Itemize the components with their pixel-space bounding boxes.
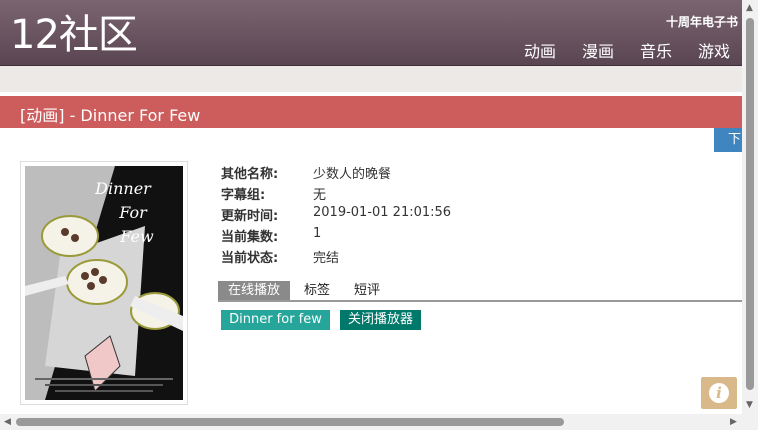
- site-logo[interactable]: 12社区: [10, 12, 138, 58]
- horizontal-scrollbar[interactable]: ◀ ▶: [0, 414, 742, 430]
- detail-value: 少数人的晚餐: [313, 167, 392, 182]
- detail-value: 无: [313, 188, 327, 203]
- detail-value: 完结: [313, 251, 340, 266]
- nav-item-manga[interactable]: 漫画: [582, 38, 614, 62]
- info-icon: i: [709, 383, 729, 403]
- scroll-down-arrow-icon[interactable]: ▼: [746, 400, 753, 410]
- scroll-left-arrow-icon[interactable]: ◀: [4, 417, 11, 427]
- info-button[interactable]: i: [701, 377, 737, 409]
- details-list: 其他名称: 少数人的晚餐 字幕组: 无 更新时间: 2019-01-01 21:…: [221, 163, 451, 268]
- detail-row-subgroup: 字幕组: 无: [221, 184, 451, 205]
- tab-tags[interactable]: 标签: [304, 281, 330, 300]
- ebook-link[interactable]: 十周年电子书: [666, 13, 738, 30]
- close-player-button[interactable]: 关闭播放器: [340, 310, 421, 330]
- main-nav: 动画 漫画 音乐 游戏: [524, 38, 730, 62]
- poster-title-line-3: Few: [119, 227, 154, 246]
- detail-row-status: 当前状态: 完结: [221, 247, 451, 268]
- content-tabs: 在线播放 标签 短评: [218, 281, 742, 302]
- download-button[interactable]: 下: [714, 128, 742, 152]
- horizontal-scroll-thumb[interactable]: [16, 418, 564, 426]
- header-spacer-band: [0, 66, 742, 92]
- detail-row-episodes: 当前集数: 1: [221, 226, 451, 247]
- scrollbar-corner: [742, 414, 758, 430]
- site-header: 12社区 十周年电子书 动画 漫画 音乐 游戏: [0, 0, 742, 66]
- episode-button[interactable]: Dinner for few: [221, 310, 330, 330]
- poster-image: Dinner For Few: [25, 166, 183, 400]
- detail-value: 1: [313, 226, 322, 241]
- poster-title-line-2: For: [118, 203, 148, 222]
- tab-short-reviews[interactable]: 短评: [354, 281, 380, 300]
- vertical-scroll-thumb[interactable]: [746, 18, 754, 390]
- detail-row-updated: 更新时间: 2019-01-01 21:01:56: [221, 205, 451, 226]
- scroll-right-arrow-icon[interactable]: ▶: [730, 417, 737, 427]
- detail-key: 当前集数:: [221, 230, 279, 245]
- detail-key: 字幕组:: [221, 188, 266, 203]
- poster-title-line-1: Dinner: [94, 179, 152, 198]
- scroll-up-arrow-icon[interactable]: ▲: [746, 3, 753, 13]
- detail-key: 当前状态:: [221, 251, 279, 266]
- detail-row-alt-name: 其他名称: 少数人的晚餐: [221, 163, 451, 184]
- detail-value: 2019-01-01 21:01:56: [313, 205, 452, 220]
- detail-key: 其他名称:: [221, 167, 279, 182]
- page-title: [动画] - Dinner For Few: [20, 106, 201, 125]
- nav-item-music[interactable]: 音乐: [640, 38, 672, 62]
- nav-item-anime[interactable]: 动画: [524, 38, 556, 62]
- poster-frame: Dinner For Few: [20, 161, 188, 405]
- page-title-bar: [动画] - Dinner For Few: [0, 96, 742, 128]
- detail-key: 更新时间:: [221, 209, 279, 224]
- tab-online-play[interactable]: 在线播放: [218, 281, 290, 300]
- vertical-scrollbar[interactable]: ▲ ▼: [742, 0, 758, 414]
- nav-item-games[interactable]: 游戏: [698, 38, 730, 62]
